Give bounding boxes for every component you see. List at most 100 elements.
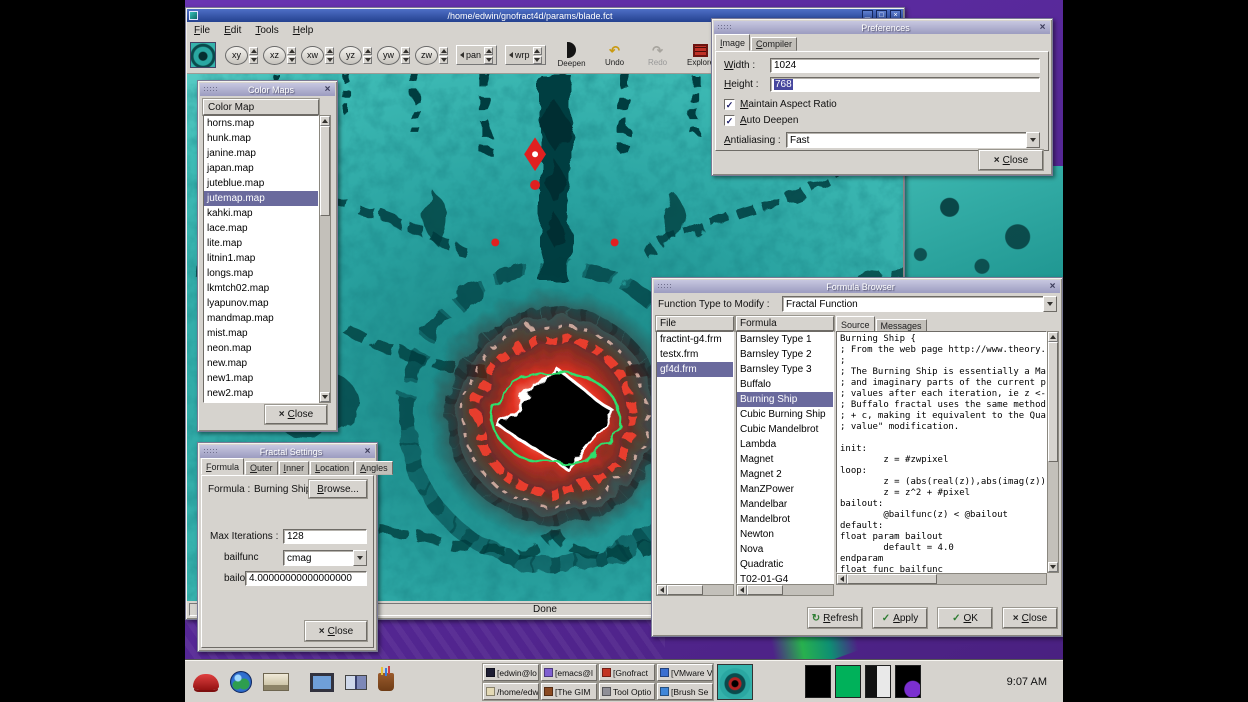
tab[interactable]: Outer — [245, 461, 278, 475]
max-iterations-input[interactable]: 128 — [283, 529, 367, 544]
window-menu-icon[interactable] — [717, 24, 731, 31]
formula-item[interactable]: Buffalo — [737, 377, 833, 392]
desktop-pager-3[interactable] — [865, 665, 891, 698]
antialiasing-dropdown[interactable]: Fast — [786, 132, 1040, 148]
color-map-item[interactable]: new1.map — [204, 371, 318, 386]
spin-up-icon[interactable] — [401, 47, 410, 55]
window-menu-icon[interactable] — [657, 283, 671, 290]
formula-item[interactable]: Cubic Mandelbrot — [737, 422, 833, 437]
menu-item[interactable]: Tools — [248, 25, 285, 36]
refresh-button[interactable]: ↻ Refresh — [808, 608, 862, 628]
menu-item[interactable]: File — [187, 25, 217, 36]
close-window-icon[interactable]: × — [1047, 281, 1058, 292]
file-drawer-icon[interactable] — [263, 673, 289, 691]
scroll-left-icon[interactable] — [837, 574, 847, 584]
color-map-item[interactable]: lkmtch02.map — [204, 281, 318, 296]
dropdown-arrow-icon[interactable] — [1026, 132, 1040, 148]
color-map-item[interactable]: new.map — [204, 356, 318, 371]
scrollbar-thumb[interactable] — [1048, 342, 1058, 462]
color-map-item[interactable]: janine.map — [204, 146, 318, 161]
rotate-button[interactable]: yw — [377, 46, 410, 65]
file-list-hscrollbar[interactable] — [656, 584, 734, 596]
formula-item[interactable]: Newton — [737, 527, 833, 542]
formula-item[interactable]: Lambda — [737, 437, 833, 452]
window-menu-icon[interactable] — [203, 448, 217, 455]
tab[interactable]: Inner — [279, 461, 310, 475]
scroll-left-icon[interactable] — [657, 585, 667, 595]
close-button[interactable]: × Close — [979, 150, 1043, 170]
spin-up-icon[interactable] — [325, 47, 334, 55]
taskbar-window-button[interactable]: [Gnofract — [599, 664, 655, 681]
scrollbar-thumb[interactable] — [667, 585, 703, 595]
close-window-icon[interactable]: × — [322, 84, 333, 95]
spin-down-icon[interactable] — [439, 56, 448, 64]
spin-up-icon[interactable] — [439, 47, 448, 55]
close-window-icon[interactable]: × — [362, 446, 373, 457]
formula-item[interactable]: Mandelbrot — [737, 512, 833, 527]
formula-item[interactable]: T02-01-G4 — [737, 572, 833, 584]
color-maps-titlebar[interactable]: Color Maps × — [200, 83, 335, 96]
browse-button[interactable]: Browse... — [309, 480, 367, 498]
function-type-dropdown[interactable]: Fractal Function — [782, 296, 1057, 312]
spin-up-icon[interactable] — [484, 47, 493, 55]
ok-button[interactable]: ✓ OK — [938, 608, 992, 628]
dropdown-arrow-icon[interactable] — [1043, 296, 1057, 312]
window-menu-icon[interactable] — [203, 86, 217, 93]
terminal-monitor-icon[interactable] — [310, 673, 334, 692]
fractal-thumbnail-icon[interactable] — [717, 664, 753, 700]
source-vscrollbar[interactable] — [1047, 331, 1059, 573]
color-map-item[interactable]: horns.map — [204, 116, 318, 131]
utilities-icon[interactable] — [378, 673, 394, 691]
color-map-column-header[interactable]: Color Map — [203, 99, 319, 115]
close-window-icon[interactable]: × — [1037, 22, 1048, 33]
tab[interactable]: Compiler — [751, 37, 797, 51]
color-map-list[interactable]: horns.maphunk.mapjanine.mapjapan.mapjute… — [203, 115, 319, 403]
formula-item[interactable]: Burning Ship — [737, 392, 833, 407]
close-button[interactable]: × Close — [305, 621, 367, 641]
spin-up-icon[interactable] — [363, 47, 372, 55]
formula-item[interactable]: Mandelbar — [737, 497, 833, 512]
deepen-button[interactable]: Deepen — [555, 39, 589, 72]
desktop-pager-2[interactable] — [835, 665, 861, 698]
formula-item[interactable]: Magnet 2 — [737, 467, 833, 482]
spin-down-icon[interactable] — [249, 56, 258, 64]
spin-down-icon[interactable] — [401, 56, 410, 64]
scroll-left-icon[interactable] — [737, 585, 747, 595]
dropdown-arrow-icon[interactable] — [353, 550, 367, 566]
menu-item[interactable]: Edit — [217, 25, 248, 36]
fractal-settings-titlebar[interactable]: Fractal Settings × — [200, 445, 375, 458]
taskbar-window-button[interactable]: [The GIM — [541, 683, 597, 700]
spin-up-icon[interactable] — [533, 47, 542, 55]
color-map-item[interactable]: kahki.map — [204, 206, 318, 221]
formula-item[interactable]: Barnsley Type 3 — [737, 362, 833, 377]
file-item[interactable]: gf4d.frm — [657, 362, 733, 377]
tab[interactable]: Location — [310, 461, 354, 475]
rotate-button-label[interactable]: xz — [263, 46, 286, 65]
rotate-button-label[interactable]: xy — [225, 46, 248, 65]
spin-down-icon[interactable] — [363, 56, 372, 64]
spin-down-icon[interactable] — [484, 56, 493, 64]
rotate-button[interactable]: zw — [415, 46, 448, 65]
workspace-pager-icon[interactable] — [345, 675, 367, 690]
desktop-pager-4[interactable] — [895, 665, 921, 698]
formula-item[interactable]: Quadratic — [737, 557, 833, 572]
color-map-item[interactable]: japan.map — [204, 161, 318, 176]
taskbar-window-button[interactable]: [VMware V — [657, 664, 713, 681]
color-map-item[interactable]: longs.map — [204, 266, 318, 281]
tab[interactable]: Formula — [201, 458, 244, 475]
file-list[interactable]: fractint-g4.frmtestx.frmgf4d.frm — [656, 331, 734, 584]
desktop-pager-1[interactable] — [805, 665, 831, 698]
taskbar-window-button[interactable]: [edwin@lo — [483, 664, 539, 681]
web-browser-icon[interactable] — [230, 671, 252, 693]
scrollbar-thumb[interactable] — [847, 574, 937, 584]
undo-button[interactable]: ↶ Undo — [598, 39, 632, 72]
rotate-button-label[interactable]: xw — [301, 46, 324, 65]
formula-column-header[interactable]: Formula — [736, 316, 834, 331]
scroll-down-icon[interactable] — [1048, 562, 1058, 572]
rotate-button-label[interactable]: yw — [377, 46, 400, 65]
scroll-up-icon[interactable] — [320, 116, 330, 126]
file-item[interactable]: testx.frm — [657, 347, 733, 362]
file-column-header[interactable]: File — [656, 316, 734, 331]
rotate-button[interactable]: xz — [263, 46, 296, 65]
taskbar-window-button[interactable]: [Brush Se — [657, 683, 713, 700]
